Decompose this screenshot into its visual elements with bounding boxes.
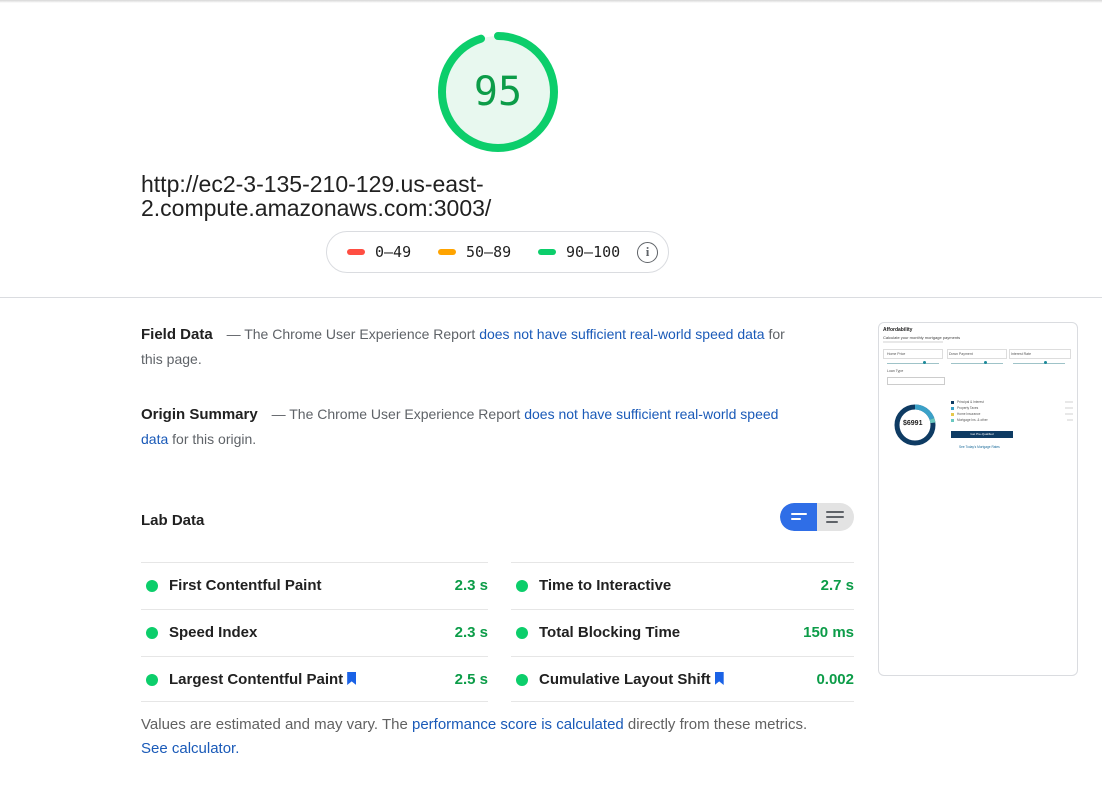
metric-label: Total Blocking Time bbox=[539, 624, 681, 641]
metric-value: 2.5 s bbox=[454, 671, 488, 688]
thumb-select bbox=[887, 377, 945, 385]
thumb-legend-swatch bbox=[951, 419, 954, 422]
thumb-slider-knob bbox=[984, 361, 987, 364]
thumb-rates-link: See Today's Mortgage Rates bbox=[959, 445, 1000, 449]
thumb-input bbox=[947, 349, 1007, 359]
metric-value: 0.002 bbox=[816, 671, 854, 688]
legend-average-bar bbox=[438, 249, 456, 255]
thumb-legend-amount bbox=[1065, 413, 1073, 415]
metric-cumulative-layout-shift: Cumulative Layout Shift 0.002 bbox=[511, 656, 854, 703]
metric-label-wrap: Largest Contentful Paint bbox=[169, 657, 357, 703]
metric-label: Largest Contentful Paint bbox=[169, 671, 344, 688]
thumb-legend-amount bbox=[1067, 419, 1073, 421]
legend-pass-label: 90–100 bbox=[566, 243, 621, 261]
score-calculated-link[interactable]: performance score is calculated bbox=[412, 716, 624, 733]
field-data-section: Field Data — The Chrome User Experience … bbox=[141, 322, 801, 371]
toggle-line bbox=[826, 511, 844, 513]
toggle-line bbox=[791, 518, 801, 520]
thumb-slider bbox=[1013, 363, 1065, 364]
metrics-divider bbox=[141, 701, 488, 702]
header-divider bbox=[0, 297, 1102, 298]
pass-indicator-icon bbox=[146, 627, 158, 639]
see-calculator-link[interactable]: See calculator. bbox=[141, 740, 239, 757]
metric-time-to-interactive: Time to Interactive 2.7 s bbox=[511, 562, 854, 609]
thumb-prequalify-button: Get Pre-Qualified bbox=[951, 431, 1013, 438]
pass-indicator-icon bbox=[516, 580, 528, 592]
metrics-divider bbox=[511, 701, 854, 702]
field-data-link[interactable]: does not have sufficient real-world spee… bbox=[479, 326, 764, 342]
pass-indicator-icon bbox=[516, 674, 528, 686]
toggle-line bbox=[826, 521, 838, 523]
bookmark-icon[interactable] bbox=[347, 672, 357, 685]
legend-fail-label: 0–49 bbox=[375, 243, 412, 261]
metric-value: 150 ms bbox=[803, 624, 854, 641]
origin-summary-heading: Origin Summary bbox=[141, 406, 258, 423]
metric-label: Time to Interactive bbox=[539, 577, 672, 594]
metric-speed-index: Speed Index 2.3 s bbox=[141, 609, 488, 656]
legend-item-average: 50–89 bbox=[438, 232, 511, 272]
top-shadow bbox=[0, 0, 1102, 3]
thumb-legend-swatch bbox=[951, 413, 954, 416]
toggle-line bbox=[826, 516, 844, 518]
thumb-legend-item: Home Insurance bbox=[957, 412, 981, 416]
thumb-title: Affordability bbox=[883, 327, 913, 333]
metric-value: 2.7 s bbox=[820, 577, 854, 594]
thumb-legend-amount bbox=[1065, 401, 1073, 403]
origin-summary-text-after: for this origin. bbox=[172, 431, 257, 447]
final-screenshot-thumbnail[interactable]: Affordability Calculate your monthly mor… bbox=[878, 322, 1078, 676]
thumb-subtitle: Calculate your monthly mortgage payments bbox=[883, 335, 961, 340]
detailed-view-button[interactable] bbox=[817, 503, 854, 531]
thumb-loan-type-label: Loan Type bbox=[887, 369, 904, 373]
lab-data-title: Lab Data bbox=[141, 512, 205, 529]
thumb-legend-swatch bbox=[951, 401, 954, 404]
thumb-slider bbox=[951, 363, 1003, 364]
metric-value: 2.3 s bbox=[454, 577, 488, 594]
metric-label: First Contentful Paint bbox=[169, 577, 322, 594]
legend-pass-bar bbox=[538, 249, 556, 255]
thumb-caption bbox=[883, 341, 943, 343]
footer-text: Values are estimated and may vary. The bbox=[141, 716, 408, 733]
info-icon[interactable]: i bbox=[637, 242, 658, 263]
metric-largest-contentful-paint: Largest Contentful Paint 2.5 s bbox=[141, 656, 488, 703]
metric-label: Cumulative Layout Shift bbox=[539, 671, 711, 688]
metric-label: Speed Index bbox=[169, 624, 258, 641]
footer-text: directly from these metrics. bbox=[627, 716, 808, 733]
thumb-legend-item: Principal & Interest bbox=[957, 400, 984, 404]
metric-value: 2.3 s bbox=[454, 624, 488, 641]
thumb-input bbox=[1009, 349, 1071, 359]
score-legend: 0–49 50–89 90–100 i bbox=[326, 231, 669, 273]
summary-view-button[interactable] bbox=[780, 503, 817, 531]
metrics-view-toggle[interactable] bbox=[780, 503, 854, 531]
legend-item-pass: 90–100 bbox=[538, 232, 620, 272]
thumb-input bbox=[883, 349, 943, 359]
metric-total-blocking-time: Total Blocking Time 150 ms bbox=[511, 609, 854, 656]
score-value: 95 bbox=[473, 69, 523, 115]
metric-label-wrap: Cumulative Layout Shift bbox=[539, 657, 724, 703]
legend-average-label: 50–89 bbox=[466, 243, 512, 261]
pass-indicator-icon bbox=[146, 580, 158, 592]
legend-fail-bar bbox=[347, 249, 365, 255]
bookmark-icon[interactable] bbox=[714, 672, 724, 685]
thumb-legend-amount bbox=[1065, 407, 1073, 409]
thumb-donut-value: $6991 bbox=[903, 420, 923, 427]
thumb-legend-item: Mortgage Ins. & other bbox=[957, 418, 988, 422]
thumb-slider-knob bbox=[923, 361, 926, 364]
performance-score-gauge: 95 bbox=[436, 30, 560, 154]
origin-summary-section: Origin Summary — The Chrome User Experie… bbox=[141, 402, 801, 451]
origin-summary-text: — The Chrome User Experience Report bbox=[271, 406, 521, 422]
thumb-slider bbox=[887, 363, 939, 364]
metric-first-contentful-paint: First Contentful Paint 2.3 s bbox=[141, 562, 488, 609]
thumb-legend-swatch bbox=[951, 407, 954, 410]
pass-indicator-icon bbox=[516, 627, 528, 639]
toggle-line bbox=[791, 513, 807, 515]
field-data-text: — The Chrome User Experience Report bbox=[226, 326, 476, 342]
thumb-slider-knob bbox=[1044, 361, 1047, 364]
pass-indicator-icon bbox=[146, 674, 158, 686]
legend-item-fail: 0–49 bbox=[347, 232, 411, 272]
page-url: http://ec2-3-135-210-129.us-east-2.compu… bbox=[141, 171, 492, 221]
footer-note: Values are estimated and may vary. The p… bbox=[141, 713, 821, 761]
field-data-heading: Field Data bbox=[141, 326, 213, 343]
thumb-legend-item: Property Taxes bbox=[957, 406, 979, 410]
